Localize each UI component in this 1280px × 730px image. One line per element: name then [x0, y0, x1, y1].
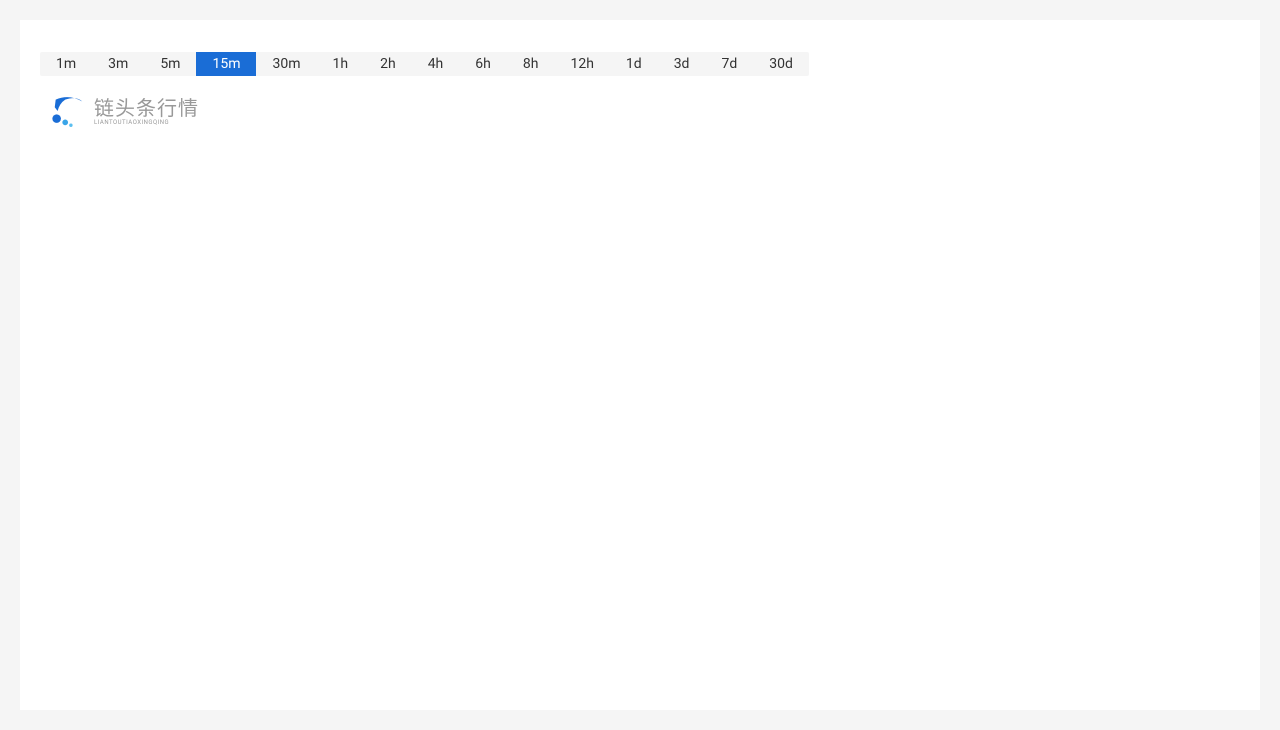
interval-tab-2h[interactable]: 2h	[364, 52, 412, 76]
main-container: 1m 3m 5m 15m 30m 1h 2h 4h 6h 8h 12h 1d 3…	[20, 20, 1260, 710]
interval-tab-15m[interactable]: 15m	[196, 52, 256, 76]
interval-tab-4h[interactable]: 4h	[412, 52, 460, 76]
interval-tab-3d[interactable]: 3d	[658, 52, 706, 76]
interval-tab-30d[interactable]: 30d	[753, 52, 809, 76]
interval-tab-8h[interactable]: 8h	[507, 52, 555, 76]
interval-tab-6h[interactable]: 6h	[459, 52, 507, 76]
logo-subtitle: LIANTOUTIAOXINGQING	[94, 120, 199, 126]
interval-selector: 1m 3m 5m 15m 30m 1h 2h 4h 6h 8h 12h 1d 3…	[40, 52, 809, 76]
logo-title: 链头条行情	[94, 97, 199, 119]
interval-tab-3m[interactable]: 3m	[92, 52, 144, 76]
interval-tab-5m[interactable]: 5m	[144, 52, 196, 76]
interval-tab-1m[interactable]: 1m	[40, 52, 92, 76]
logo: 链头条行情 LIANTOUTIAOXINGQING	[40, 92, 1240, 130]
logo-icon	[50, 92, 88, 130]
interval-tab-12h[interactable]: 12h	[554, 52, 609, 76]
interval-tab-1h[interactable]: 1h	[317, 52, 365, 76]
interval-tab-1d[interactable]: 1d	[610, 52, 658, 76]
interval-tab-30m[interactable]: 30m	[256, 52, 316, 76]
interval-tab-7d[interactable]: 7d	[705, 52, 753, 76]
logo-text: 链头条行情 LIANTOUTIAOXINGQING	[94, 97, 199, 126]
